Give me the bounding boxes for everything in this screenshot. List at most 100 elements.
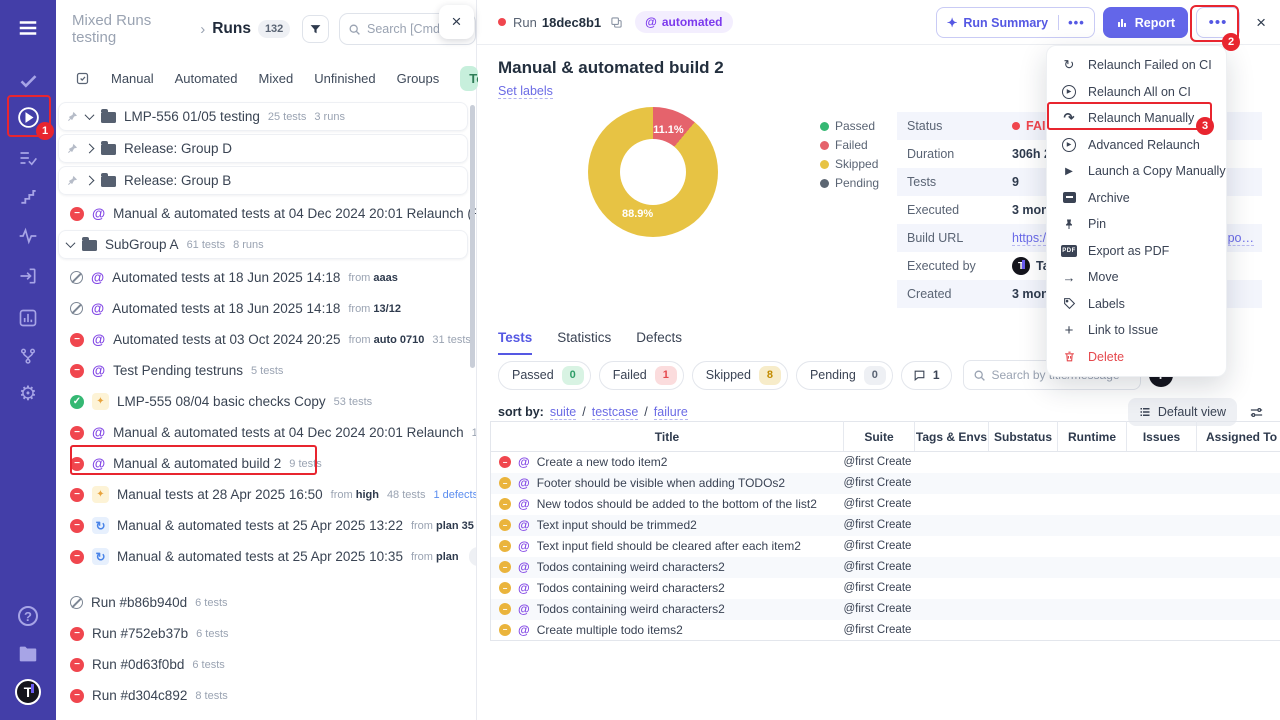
menu-item-relaunch-failed-on-ci[interactable]: ↻Relaunch Failed on CI	[1047, 52, 1226, 79]
settings-gear-icon[interactable]: ⚙	[10, 378, 46, 410]
menu-item-delete[interactable]: Delete	[1047, 344, 1226, 371]
chevron-down-icon[interactable]	[85, 110, 95, 120]
runs-tab-unfinished[interactable]: Unfinished	[314, 71, 375, 86]
breadcrumb-section[interactable]: Runs	[212, 20, 251, 38]
run-list-item[interactable]: −@Test Pending testruns5 tests	[56, 355, 476, 386]
close-run-button[interactable]: ×	[1254, 13, 1268, 33]
test-row[interactable]: −@Todos containing weird characters2@fir…	[491, 578, 1280, 599]
steps-icon[interactable]	[10, 180, 46, 212]
analytics-icon[interactable]	[10, 302, 46, 334]
col-header-issues[interactable]: Issues	[1127, 422, 1197, 452]
run-list-item[interactable]: ✓✦LMP-555 08/04 basic checks Copy53 test…	[56, 386, 476, 417]
run-list-item[interactable]: −Run #d304c8928 tests	[56, 680, 476, 711]
tab-tests[interactable]: Tests	[498, 330, 532, 355]
col-header-assigned-to[interactable]: Assigned To	[1197, 422, 1280, 452]
comments-chip[interactable]: 1	[901, 361, 952, 390]
test-row[interactable]: −@Todos containing weird characters2@fir…	[491, 599, 1280, 620]
run-group-row[interactable]: Release: Group D	[58, 134, 468, 163]
branch-icon[interactable]	[10, 340, 46, 372]
tab-statistics[interactable]: Statistics	[557, 330, 611, 355]
run-list-item[interactable]: −Run #752eb37b6 tests	[56, 618, 476, 649]
folder-icon	[101, 112, 116, 123]
run-summary-button[interactable]: ✦Run Summary •••	[936, 7, 1095, 38]
menu-item-relaunch-all-on-ci[interactable]: ▶Relaunch All on CI	[1047, 79, 1226, 106]
pulse-icon[interactable]	[10, 220, 46, 252]
build-url-link[interactable]: https:/	[1012, 231, 1046, 246]
menu-icon[interactable]	[10, 12, 46, 44]
run-list-item[interactable]: Run #b86b940d6 tests	[56, 587, 476, 618]
menu-item-launch-a-copy-manually[interactable]: ▶Launch a Copy Manually	[1047, 158, 1226, 185]
sort-by-suite[interactable]: suite	[550, 405, 576, 420]
runs-scrollbar[interactable]	[470, 105, 475, 368]
run-list-item[interactable]: @Automated tests at 18 Jun 2025 14:18fro…	[56, 262, 476, 293]
select-all-icon[interactable]	[75, 71, 90, 86]
run-list-item[interactable]: −✦Manual tests at 28 Apr 2025 16:50from …	[56, 479, 476, 510]
menu-item-move[interactable]: →Move	[1047, 264, 1226, 291]
runs-tab-manual[interactable]: Manual	[111, 71, 154, 86]
tab-defects[interactable]: Defects	[636, 330, 682, 355]
run-list-item[interactable]: −@Automated tests at 03 Oct 2024 20:25fr…	[56, 324, 476, 355]
chip-failed[interactable]: Failed1	[599, 361, 684, 390]
test-row[interactable]: −@Footer should be visible when adding T…	[491, 473, 1280, 494]
col-header-tags-envs[interactable]: Tags & Envs	[915, 422, 989, 452]
sort-by-failure[interactable]: failure	[654, 405, 688, 420]
col-header-runtime[interactable]: Runtime	[1058, 422, 1127, 452]
chevron-down-icon[interactable]	[66, 238, 76, 248]
breadcrumb-project[interactable]: Mixed Runs testing	[72, 12, 193, 46]
info-value[interactable]: https:/	[1012, 231, 1046, 246]
build-url-tail-link[interactable]: po…	[1228, 231, 1254, 246]
chip-pending[interactable]: Pending0	[796, 361, 893, 390]
report-button[interactable]: Report	[1103, 7, 1188, 38]
columns-settings-icon[interactable]	[1249, 405, 1264, 420]
menu-item-labels[interactable]: Labels	[1047, 291, 1226, 318]
test-plans-icon[interactable]	[10, 142, 46, 174]
test-row[interactable]: −@New todos should be added to the botto…	[491, 494, 1280, 515]
run-summary-more-button[interactable]: •••	[1058, 15, 1094, 30]
run-list-item[interactable]: −@Manual & automated tests at 04 Dec 202…	[56, 198, 476, 229]
projects-folder-icon[interactable]	[10, 638, 46, 670]
test-row[interactable]: −@Todos containing weird characters2@fir…	[491, 557, 1280, 578]
user-avatar[interactable]: T	[10, 676, 46, 708]
menu-item-link-to-issue[interactable]: +Link to Issue	[1047, 317, 1226, 344]
filter-button[interactable]	[302, 15, 329, 43]
run-group-row[interactable]: LMP-556 01/05 testing25 tests3 runs	[58, 102, 468, 131]
run-list-item[interactable]: −@Manual & automated build 29 tests	[56, 448, 476, 479]
chip-skipped[interactable]: Skipped8	[692, 361, 788, 390]
run-list-item[interactable]: −@Manual & automated tests at 04 Dec 202…	[56, 417, 476, 448]
set-labels-link[interactable]: Set labels	[498, 84, 553, 99]
run-actions-menu: ↻Relaunch Failed on CI▶Relaunch All on C…	[1046, 45, 1227, 377]
checks-icon[interactable]	[10, 64, 46, 96]
col-header-title[interactable]: Title	[491, 422, 844, 452]
help-icon[interactable]: ?	[10, 600, 46, 632]
run-list-item[interactable]: −↻Manual & automated tests at 25 Apr 202…	[56, 541, 476, 572]
test-row[interactable]: −@Create multiple todo items2@first Crea…	[491, 620, 1280, 641]
run-list-item[interactable]: @Automated tests at 18 Jun 2025 14:18fro…	[56, 293, 476, 324]
chevron-right-icon[interactable]	[85, 176, 95, 186]
runs-tab-groups[interactable]: Groups	[397, 71, 440, 86]
menu-item-export-as-pdf[interactable]: PDFExport as PDF	[1047, 238, 1226, 265]
run-defects-link[interactable]: 1 defects	[433, 489, 476, 501]
sort-by-testcase[interactable]: testcase	[592, 405, 639, 420]
test-row[interactable]: −@Create a new todo item2@first Create .…	[491, 452, 1280, 473]
test-row[interactable]: −@Text input field should be cleared aft…	[491, 536, 1280, 557]
pull-in-icon[interactable]	[10, 260, 46, 292]
runs-tab-mixed[interactable]: Mixed	[259, 71, 294, 86]
run-list-item[interactable]: −Run #26d301455 tests	[56, 711, 476, 720]
automated-badge[interactable]: @ automated	[635, 11, 732, 33]
run-list-item[interactable]: −↻Manual & automated tests at 25 Apr 202…	[56, 510, 476, 541]
run-group-row[interactable]: Release: Group B	[58, 166, 468, 195]
close-panel-button[interactable]: ×	[439, 5, 474, 39]
run-list-item[interactable]: −Run #0d63f0bd6 tests	[56, 649, 476, 680]
menu-item-pin[interactable]: Pin	[1047, 211, 1226, 238]
chip-passed[interactable]: Passed0	[498, 361, 591, 390]
chevron-right-icon[interactable]	[85, 144, 95, 154]
menu-item-archive[interactable]: Archive	[1047, 185, 1226, 212]
run-group-row[interactable]: SubGroup A61 tests8 runs	[58, 230, 468, 259]
runs-tab-to[interactable]: To	[460, 66, 478, 91]
menu-item-advanced-relaunch[interactable]: ▶Advanced Relaunch	[1047, 132, 1226, 159]
runs-tab-automated[interactable]: Automated	[175, 71, 238, 86]
test-row[interactable]: −@Text input should be trimmed2@first Cr…	[491, 515, 1280, 536]
copy-icon[interactable]	[610, 16, 623, 29]
col-header-suite[interactable]: Suite	[844, 422, 915, 452]
col-header-substatus[interactable]: Substatus	[989, 422, 1058, 452]
